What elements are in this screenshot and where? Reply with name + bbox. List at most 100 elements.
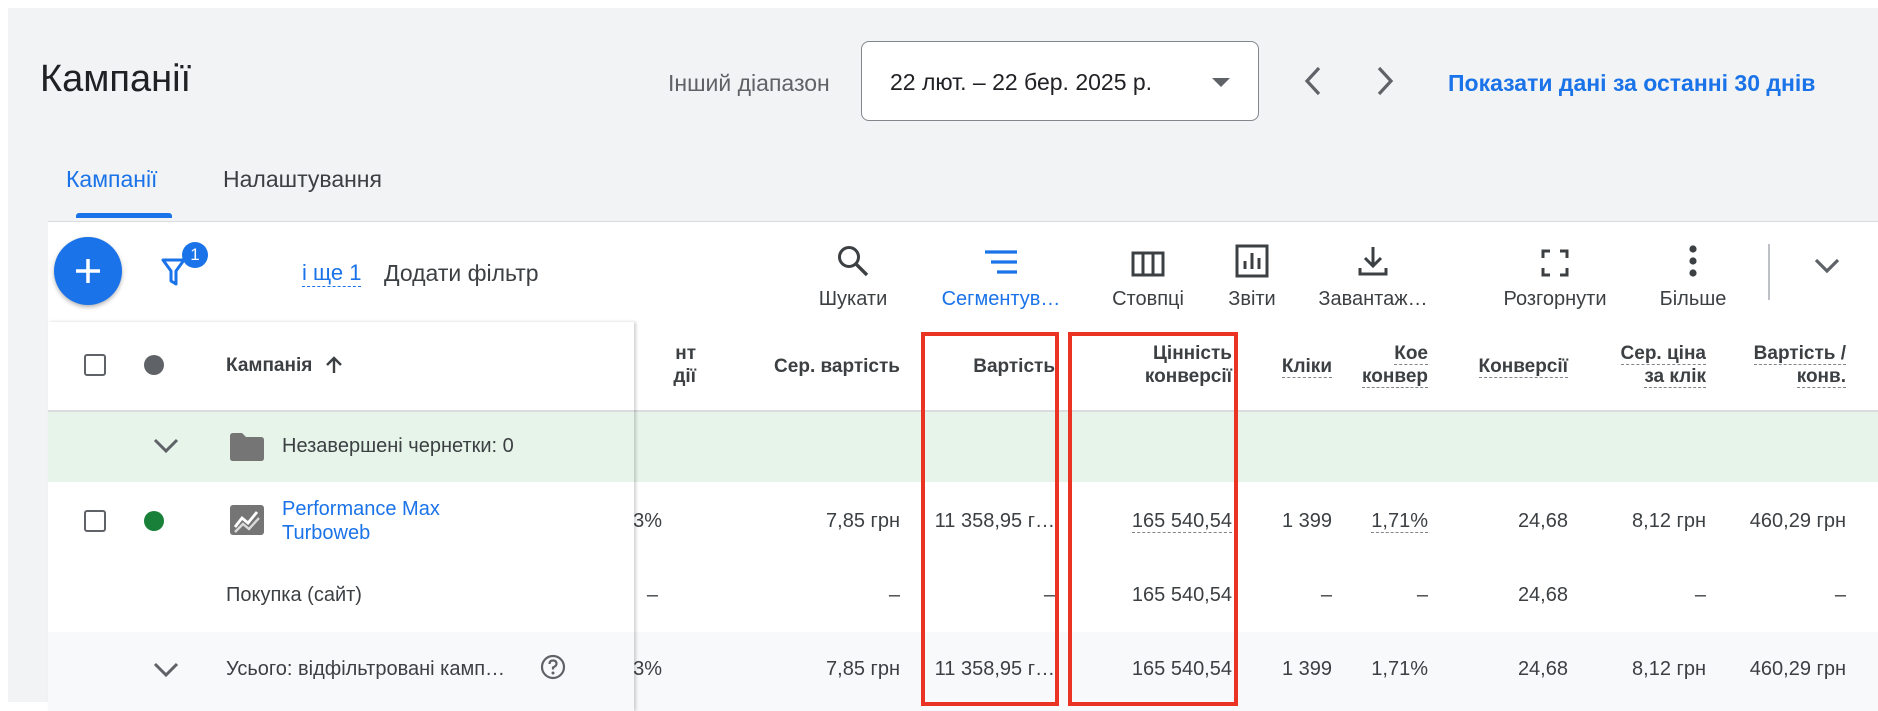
avg-cost-cell: 7,85 грн (826, 658, 900, 680)
bar-chart-icon (1235, 244, 1269, 278)
avg-cpc-cell: 8,12 грн (1632, 658, 1706, 680)
show-last-30-days-link[interactable]: Показати дані за останні 30 днів (1448, 70, 1815, 97)
coef-header-line2: конвер (1362, 366, 1428, 388)
campaign-column-header[interactable]: Кампанія (226, 355, 344, 377)
previous-period-button[interactable] (1293, 58, 1333, 104)
date-range-dropdown[interactable]: 22 лют. – 22 бер. 2025 р. (861, 41, 1259, 121)
chevron-left-icon (1304, 66, 1321, 96)
drafts-label[interactable]: Незавершені чернетки: 0 (282, 435, 514, 458)
totals-expand-button[interactable] (152, 660, 180, 685)
drafts-expand-button[interactable] (152, 436, 180, 461)
help-icon (540, 654, 566, 680)
columns-icon (1131, 251, 1165, 277)
search-button[interactable]: Шукати (810, 238, 896, 311)
cost-per-conv-cell: 460,29 грн (1749, 658, 1846, 680)
chevron-right-icon (1377, 66, 1394, 96)
folder-icon (230, 433, 264, 461)
caret-down-icon (1212, 78, 1230, 87)
conversion-action-label: Покупка (сайт) (226, 584, 362, 606)
row-checkbox[interactable] (84, 510, 106, 532)
campaign-name-link[interactable]: Performance Max Turboweb (282, 497, 440, 545)
filter-count-badge: 1 (182, 242, 208, 268)
segment-button[interactable]: Сегментув… (936, 238, 1066, 311)
add-filter-button[interactable]: Додати фільтр (384, 260, 539, 287)
columns-button-label: Стовпці (1112, 288, 1184, 310)
expand-button-label: Розгорнути (1503, 288, 1607, 310)
totals-help-button[interactable] (540, 654, 566, 685)
chevron-down-icon (153, 662, 179, 678)
cost-per-conv-header-line2: конв. (1796, 366, 1846, 388)
and-more-filters-link[interactable]: і ще 1 (302, 260, 362, 287)
campaigns-table-panel: 1 і ще 1 Додати фільтр Шукати Сегментув…… (48, 221, 1878, 711)
clicks-cell: 1 399 (1281, 510, 1332, 532)
avg-cost-column-header[interactable]: Сер. вартість (688, 355, 900, 378)
select-all-checkbox[interactable] (84, 354, 106, 376)
coef-cell-text: 1,71% (1371, 510, 1428, 533)
more-button[interactable]: Більше (1656, 238, 1730, 311)
conv-rate-cell: 3% (633, 658, 662, 680)
conversions-header-label: Конверсії (1478, 356, 1568, 378)
coef-header-line1: Кое (1394, 343, 1428, 365)
cost-per-conv-header-line1: Вартість / (1753, 343, 1846, 365)
cost-per-conv-cell: – (1834, 584, 1846, 606)
more-vert-icon (1689, 245, 1697, 277)
search-icon (838, 246, 869, 277)
fullscreen-icon (1541, 249, 1569, 277)
tab-settings[interactable]: Налаштування (223, 166, 382, 193)
avg-cpc-column-header[interactable]: Сер. ціна за клік (1584, 342, 1706, 388)
clicks-column-header[interactable]: Кліки (1248, 355, 1332, 378)
next-period-button[interactable] (1365, 58, 1405, 104)
date-range-value: 22 лют. – 22 бер. 2025 р. (890, 69, 1153, 95)
expand-button[interactable]: Розгорнути (1494, 238, 1616, 311)
avg-cpc-cell: – (1694, 584, 1706, 606)
chevron-down-icon (153, 438, 179, 454)
avg-cpc-header-line1: Сер. ціна (1620, 343, 1706, 365)
conv-value-column-highlight (1068, 332, 1238, 706)
campaign-name-line2: Turboweb (282, 522, 371, 544)
coef-cell: 1,71% (1371, 658, 1428, 680)
conversions-cell: 24,68 (1517, 658, 1568, 680)
conv-rate-cell: 3% (633, 510, 662, 532)
conversions-column-header[interactable]: Конверсії (1444, 355, 1568, 378)
page-frame: Кампанії Інший діапазон 22 лют. – 22 бер… (8, 8, 1878, 711)
table-toolbar: 1 і ще 1 Додати фільтр Шукати Сегментув…… (48, 222, 1878, 323)
arrow-up-icon (325, 356, 342, 373)
download-icon (1358, 247, 1388, 276)
chevron-down-icon (1814, 258, 1840, 274)
coef-column-header[interactable]: Кое конвер (1342, 342, 1428, 392)
toolbar-collapse-button[interactable] (1813, 256, 1841, 281)
download-button[interactable]: Завантаж… (1310, 238, 1436, 311)
cost-per-conv-column-header[interactable]: Вартість / конв. (1722, 342, 1846, 388)
campaign-column-label: Кампанія (226, 355, 313, 376)
totals-label: Усього: відфільтровані камп… (226, 658, 506, 680)
clicks-cell: – (1320, 584, 1332, 606)
clicks-cell: 1 399 (1281, 658, 1332, 680)
coef-cell: 1,71% (1348, 510, 1428, 533)
reports-button[interactable]: Звіти (1222, 238, 1282, 311)
cost-column-highlight (921, 332, 1059, 706)
conv-rate-cell: – (646, 584, 658, 606)
status-header-icon (144, 355, 164, 375)
date-range-label: Інший діапазон (668, 70, 830, 96)
avg-cpc-header-line2: за клік (1644, 366, 1706, 388)
toolbar-divider (1768, 244, 1770, 300)
cost-per-conv-cell: 460,29 грн (1749, 510, 1846, 532)
reports-button-label: Звіти (1228, 288, 1276, 310)
active-tab-indicator (76, 213, 172, 218)
avg-cost-cell: – (888, 584, 900, 606)
plus-icon (76, 259, 100, 283)
conversions-cell: 24,68 (1517, 584, 1568, 606)
avg-cost-cell: 7,85 грн (826, 510, 900, 532)
columns-button[interactable]: Стовпці (1106, 238, 1190, 311)
segment-icon (985, 250, 1017, 274)
enabled-status-icon[interactable] (144, 511, 164, 531)
segment-button-label: Сегментув… (941, 288, 1061, 310)
coef-cell: – (1416, 584, 1428, 606)
add-campaign-button[interactable] (54, 237, 122, 305)
campaign-name-line1: Performance Max (282, 498, 440, 520)
filter-button[interactable]: 1 (160, 242, 208, 292)
tab-campaigns[interactable]: Кампанії (66, 166, 157, 193)
clicks-header-label: Кліки (1281, 356, 1332, 378)
search-button-label: Шукати (818, 288, 888, 310)
page-title: Кампанії (40, 58, 192, 100)
